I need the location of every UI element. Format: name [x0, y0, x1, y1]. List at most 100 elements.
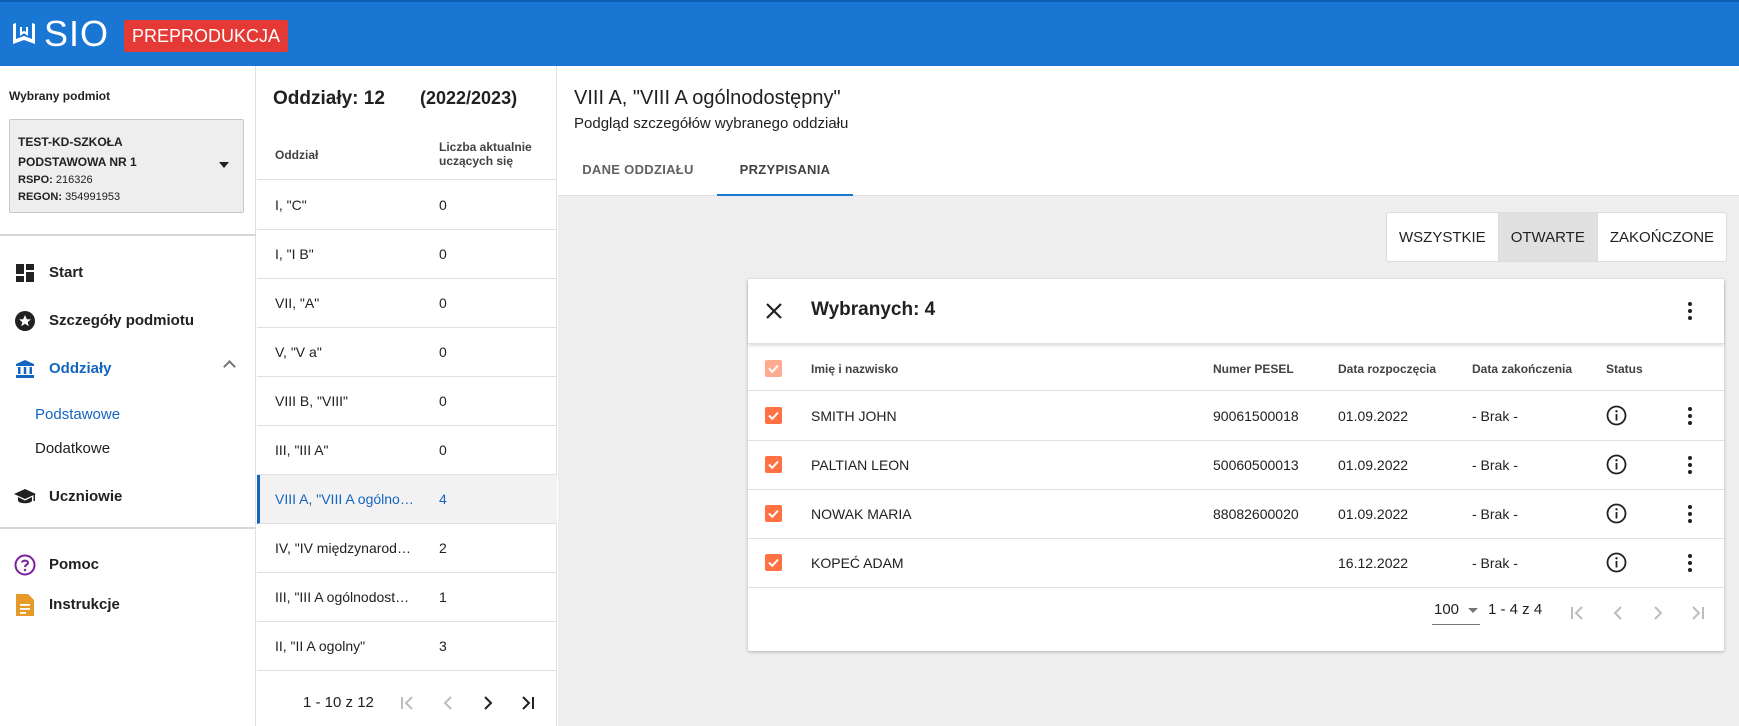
info-icon[interactable] [1606, 552, 1627, 573]
entity-selector[interactable]: TEST-KD-SZKOŁA PODSTAWOWA NR 1 RSPO: 216… [9, 119, 244, 213]
start-date: 01.09.2022 [1338, 408, 1409, 424]
class-name: V, "V a" [275, 344, 322, 360]
environment-badge: PREPRODUKCJA [124, 20, 289, 52]
class-list-row[interactable]: I, "I B" 0 [257, 230, 557, 279]
table-row[interactable]: PALTIAN LEON 50060500013 01.09.2022 - Brak … [748, 441, 1724, 490]
class-list-title: Oddziały: 12 [273, 88, 385, 109]
info-icon[interactable] [1606, 454, 1627, 475]
institution-icon [14, 358, 36, 380]
nav-item-details[interactable]: Szczegóły podmiotu [0, 300, 256, 340]
table-paginator: 100 1 - 4 z 4 [748, 585, 1724, 641]
row-more-vert-icon[interactable] [1680, 502, 1700, 526]
column-header-name[interactable]: Imię i nazwisko [811, 362, 898, 376]
info-icon[interactable] [1606, 405, 1627, 426]
row-checkbox[interactable] [765, 456, 782, 473]
class-student-count: 0 [439, 246, 447, 262]
student-name: PALTIAN LEON [811, 457, 910, 473]
row-more-vert-icon[interactable] [1680, 551, 1700, 575]
last-page-icon[interactable] [517, 692, 539, 714]
previous-page-icon[interactable] [437, 692, 459, 714]
row-checkbox[interactable] [765, 505, 782, 522]
graduation-cap-icon [14, 486, 36, 508]
table-row[interactable]: NOWAK MARIA 88082600020 01.09.2022 - Brak - [748, 490, 1724, 539]
column-header-count[interactable]: Liczba aktualnie uczących się [439, 140, 549, 168]
filter-all-button[interactable]: WSZYSTKIE [1387, 213, 1499, 261]
table-row[interactable]: KOPEĆ ADAM 16.12.2022 - Brak - [748, 539, 1724, 588]
end-date: - Brak - [1472, 555, 1518, 571]
tab-class-data[interactable]: DANE ODDZIAŁU [558, 156, 718, 196]
class-list-row[interactable]: IV, "IV międzynarodowy" 2 [257, 524, 557, 573]
class-list-row[interactable]: I, "C" 0 [257, 181, 557, 230]
app-name: SIO [44, 13, 110, 54]
class-student-count: 0 [439, 442, 447, 458]
selection-toolbar: Wybranych: 4 [748, 279, 1724, 344]
select-all-checkbox[interactable] [765, 360, 782, 377]
nav-item-instructions[interactable]: Instrukcje [0, 584, 256, 624]
last-page-icon[interactable] [1687, 602, 1709, 624]
nav-subitem-additional[interactable]: Dodatkowe [35, 440, 110, 457]
student-name: KOPEĆ ADAM [811, 555, 904, 571]
row-more-vert-icon[interactable] [1680, 404, 1700, 428]
column-header-pesel[interactable]: Numer PESEL [1213, 362, 1294, 376]
top-app-bar: SIO PREPRODUKCJA [0, 0, 1739, 66]
end-date: - Brak - [1472, 506, 1518, 522]
filter-open-button[interactable]: OTWARTE [1498, 213, 1598, 261]
class-list-paginator: 1 - 10 z 12 [257, 680, 557, 724]
next-page-icon[interactable] [1647, 602, 1669, 624]
nav-label-instructions: Instrukcje [49, 595, 120, 613]
column-header-start-date[interactable]: Data rozpoczęcia [1338, 362, 1436, 376]
class-list-row[interactable]: III, "III A" 0 [257, 426, 557, 475]
row-checkbox[interactable] [765, 407, 782, 424]
class-list-row[interactable]: III, "III A ogólnodostępny" 1 [257, 573, 557, 622]
class-name: VIII A, "VIII A ogólnodostępny" [275, 491, 415, 507]
page-subtitle: Podgląd szczegółów wybranego oddziału [574, 115, 849, 132]
column-header-end-date[interactable]: Data zakończenia [1472, 362, 1572, 376]
next-page-icon[interactable] [477, 692, 499, 714]
chevron-up-icon[interactable] [223, 360, 236, 373]
main-content: VIII A, "VIII A ogólnodostępny" Podgląd … [558, 66, 1739, 726]
previous-page-icon[interactable] [1607, 602, 1629, 624]
nav-label-students: Uczniowie [49, 487, 123, 505]
class-student-count: 4 [439, 491, 447, 507]
page-size-select[interactable]: 100 [1432, 599, 1480, 625]
class-list-row[interactable]: VII, "A" 0 [257, 279, 557, 328]
end-date: - Brak - [1472, 457, 1518, 473]
nav-item-classes[interactable]: Oddziały [0, 348, 256, 388]
nav-item-help[interactable]: Pomoc [0, 544, 256, 584]
tab-assignments[interactable]: PRZYPISANIA [717, 156, 853, 196]
class-name: III, "III A" [275, 442, 329, 458]
divider [0, 234, 256, 236]
start-date: 01.09.2022 [1338, 506, 1409, 522]
more-vert-icon[interactable] [1680, 299, 1700, 323]
app-logo[interactable]: SIO [10, 16, 109, 52]
document-icon [14, 594, 36, 616]
close-icon[interactable] [764, 301, 784, 321]
class-name: III, "III A ogólnodostępny" [275, 589, 415, 605]
row-more-vert-icon[interactable] [1680, 453, 1700, 477]
row-checkbox[interactable] [765, 554, 782, 571]
class-list-row[interactable]: V, "V a" 0 [257, 328, 557, 377]
info-icon[interactable] [1606, 503, 1627, 524]
dropdown-caret-icon [1468, 608, 1478, 613]
start-date: 16.12.2022 [1338, 555, 1409, 571]
nav-subitem-basic[interactable]: Podstawowe [35, 406, 120, 423]
class-list-row[interactable]: VIII A, "VIII A ogólnodostępny" 4 [257, 475, 557, 524]
table-row[interactable]: SMITH JOHN 90061500018 01.09.2022 - Brak - [748, 392, 1724, 441]
divider [0, 527, 256, 529]
filter-closed-button[interactable]: ZAKOŃCZONE [1598, 213, 1726, 261]
class-list-row[interactable]: VIII B, "VIII" 0 [257, 377, 557, 426]
first-page-icon[interactable] [1567, 602, 1589, 624]
nav-item-students[interactable]: Uczniowie [0, 476, 256, 516]
class-name: IV, "IV międzynarodowy" [275, 540, 415, 556]
student-name: NOWAK MARIA [811, 506, 912, 522]
entity-rspo: RSPO: 216326 [18, 174, 93, 186]
column-header-status[interactable]: Status [1606, 362, 1643, 376]
dashboard-icon [14, 262, 36, 284]
class-list-row[interactable]: II, "II A ogolny" 3 [257, 622, 557, 671]
nav-label-classes: Oddziały [49, 359, 112, 377]
column-header-class[interactable]: Oddział [275, 148, 318, 162]
class-list-header: Oddział Liczba aktualnie uczących się [257, 134, 557, 180]
nav-item-start[interactable]: Start [0, 252, 256, 292]
first-page-icon[interactable] [397, 692, 419, 714]
selected-entity-heading: Wybrany podmiot [9, 89, 111, 103]
